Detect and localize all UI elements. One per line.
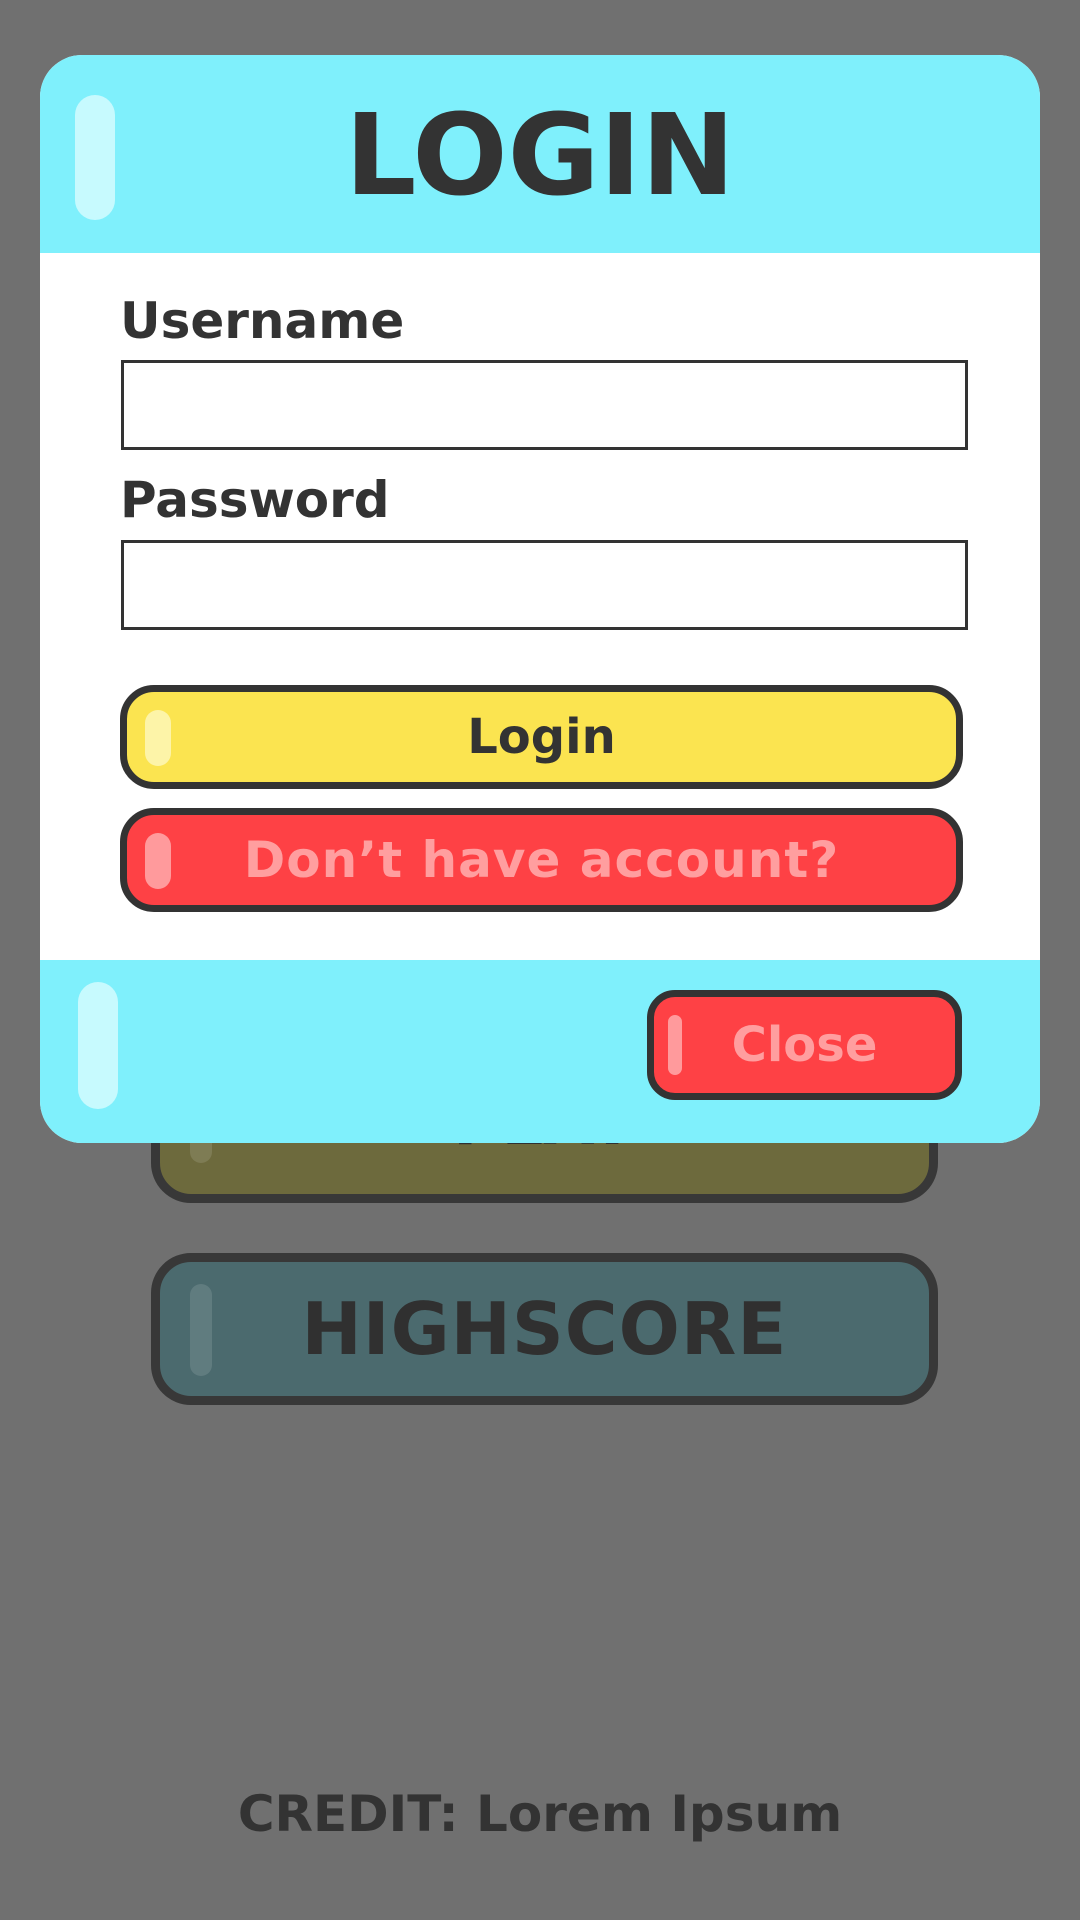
register-button[interactable]: Don’t have account? bbox=[120, 808, 963, 912]
close-button-label: Close bbox=[731, 1017, 878, 1073]
register-button-label: Don’t have account? bbox=[243, 831, 840, 889]
button-shine bbox=[145, 710, 171, 766]
dialog-title: LOGIN bbox=[345, 91, 735, 221]
username-field[interactable] bbox=[121, 360, 968, 450]
password-label: Password bbox=[120, 471, 390, 529]
close-button[interactable]: Close bbox=[647, 990, 962, 1100]
login-dialog: LOGIN Username Password Login Don’t have… bbox=[40, 55, 1040, 1143]
password-field[interactable] bbox=[121, 540, 968, 630]
dialog-header: LOGIN bbox=[40, 55, 1040, 253]
button-shine bbox=[190, 1284, 212, 1376]
footer-shine bbox=[78, 982, 118, 1109]
button-shine bbox=[668, 1015, 682, 1075]
highscore-button-label: HIGHSCORE bbox=[301, 1287, 788, 1371]
login-button[interactable]: Login bbox=[120, 685, 963, 789]
login-button-label: Login bbox=[467, 709, 616, 765]
highscore-button: HIGHSCORE bbox=[151, 1253, 938, 1405]
button-shine bbox=[145, 833, 171, 889]
credit-text: CREDIT: Lorem Ipsum bbox=[237, 1785, 843, 1843]
username-label: Username bbox=[120, 292, 405, 350]
